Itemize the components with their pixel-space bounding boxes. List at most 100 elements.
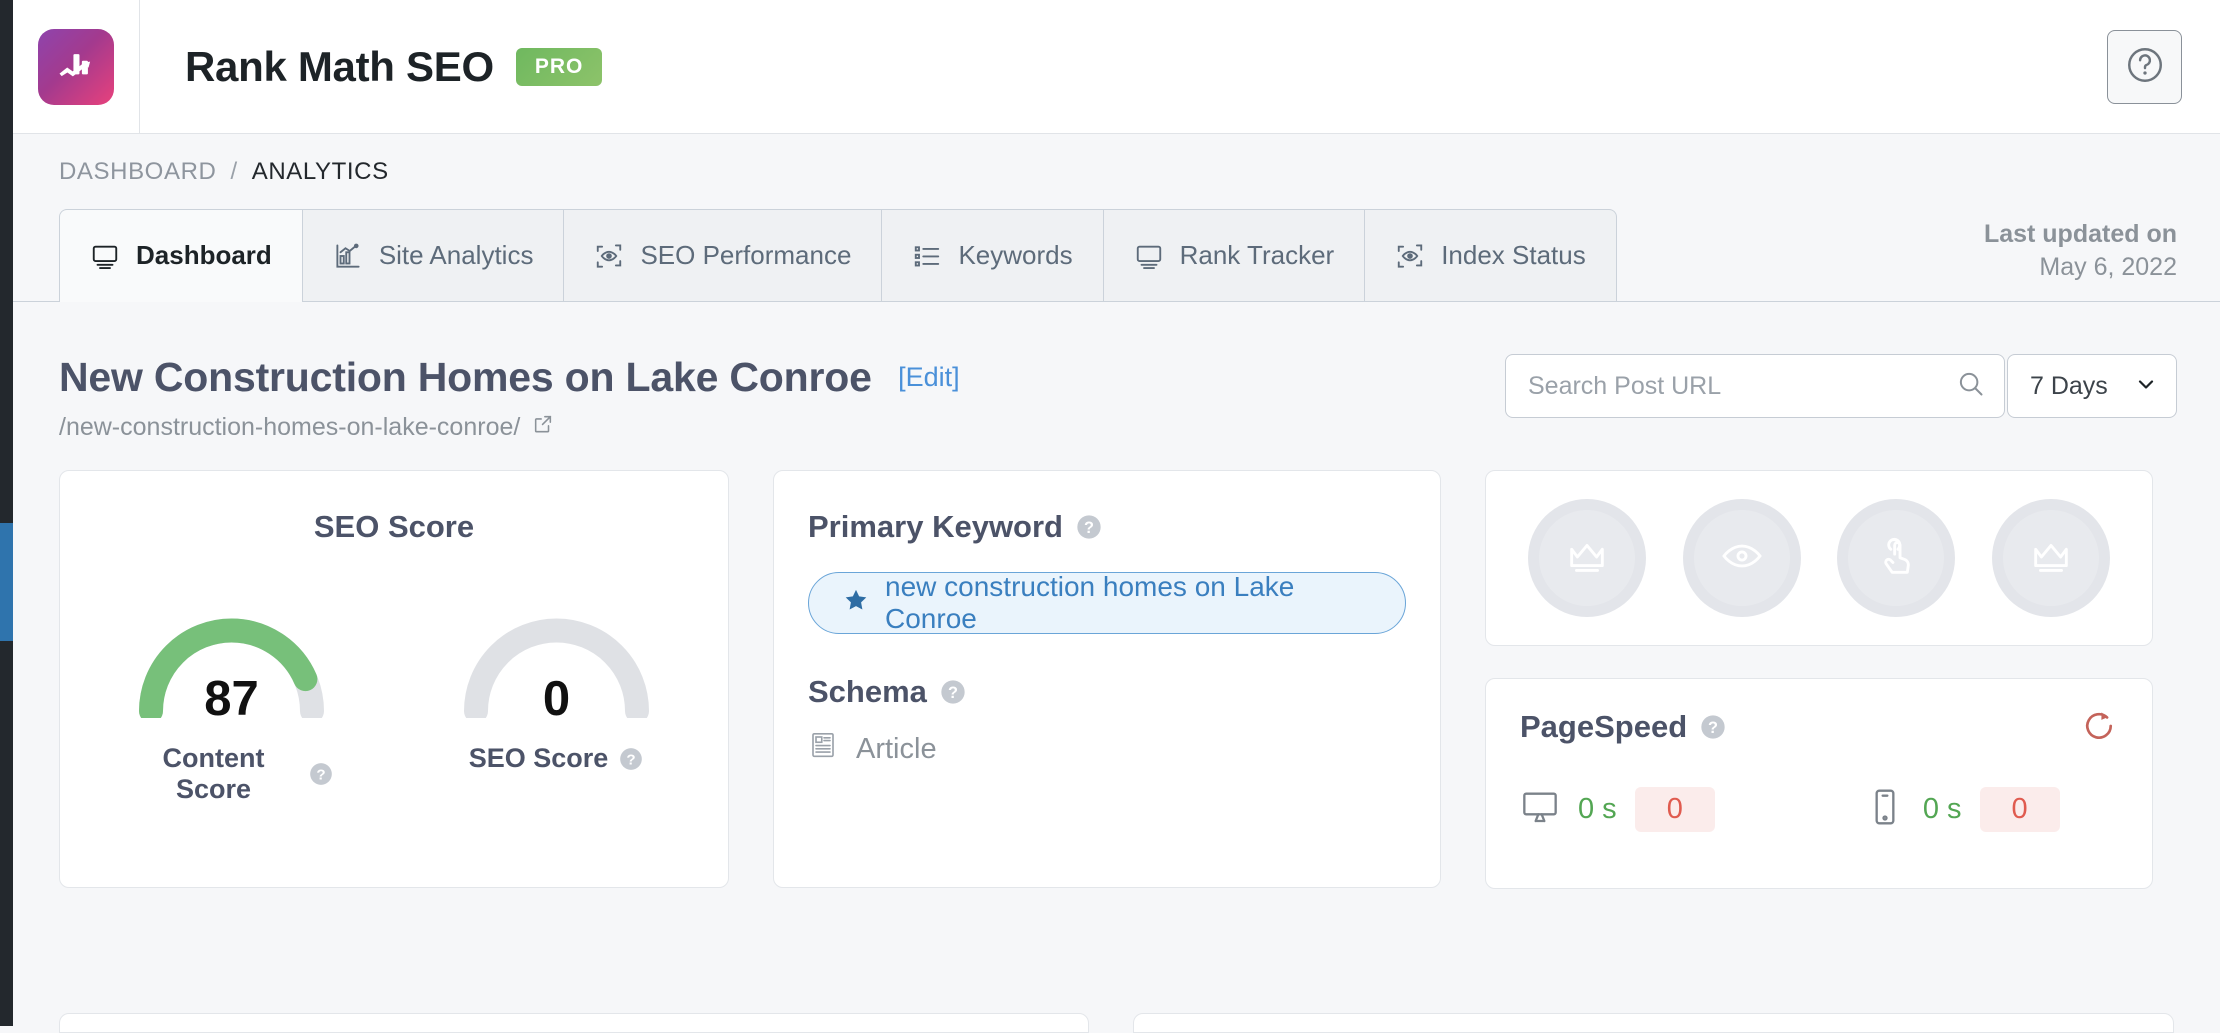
pagespeed-title: PageSpeed bbox=[1520, 709, 1687, 745]
tab-label: Index Status bbox=[1441, 240, 1586, 271]
date-range-select[interactable]: 7 Days bbox=[2007, 354, 2177, 418]
right-column: PageSpeed ? bbox=[1485, 470, 2153, 889]
pagespeed-mobile: 0 s 0 bbox=[1865, 787, 2060, 832]
primary-keyword-label: Primary Keyword bbox=[808, 509, 1063, 545]
rank-math-logo-icon bbox=[38, 29, 114, 105]
crown-icon bbox=[2028, 533, 2074, 584]
pro-badge: PRO bbox=[516, 48, 603, 86]
post-header: New Construction Homes on Lake Conroe [E… bbox=[13, 302, 2220, 470]
help-circle-icon bbox=[2124, 44, 2166, 91]
pagespeed-metrics: 0 s 0 0 s 0 bbox=[1520, 787, 2118, 832]
svg-text:?: ? bbox=[1084, 519, 1094, 537]
svg-text:?: ? bbox=[627, 751, 636, 768]
gauge-value: 0 bbox=[454, 671, 659, 727]
gauge-seo-score: 0 SEO Score ? bbox=[454, 583, 659, 805]
breadcrumb-parent[interactable]: DASHBOARD bbox=[59, 158, 216, 186]
svg-text:?: ? bbox=[1708, 719, 1718, 737]
eye-scan-icon bbox=[1395, 241, 1425, 271]
pagespeed-heading: PageSpeed ? bbox=[1520, 709, 2118, 745]
tab-label: SEO Performance bbox=[640, 240, 851, 271]
rank-math-analytics-page: Rank Math SEO PRO DASHBOARD / ANALYTICS bbox=[13, 0, 2220, 1026]
breadcrumb-current: ANALYTICS bbox=[252, 158, 389, 186]
schema-value: Article bbox=[856, 733, 937, 766]
tab-seo-performance[interactable]: SEO Performance bbox=[563, 209, 881, 301]
chevron-down-icon[interactable] bbox=[2134, 372, 2158, 401]
pagespeed-score-badge: 0 bbox=[1980, 787, 2060, 832]
help-circle-icon[interactable]: ? bbox=[308, 761, 334, 787]
help-circle-icon[interactable]: ? bbox=[618, 746, 644, 772]
post-slug-text: /new-construction-homes-on-lake-conroe/ bbox=[59, 413, 520, 442]
monitor-icon bbox=[1134, 241, 1164, 271]
list-icon bbox=[912, 241, 942, 271]
refresh-icon[interactable] bbox=[2080, 707, 2118, 750]
edit-link[interactable]: [Edit] bbox=[898, 362, 960, 393]
schema-label: Schema bbox=[808, 674, 927, 710]
search-input[interactable] bbox=[1528, 372, 1956, 401]
tab-label: Rank Tracker bbox=[1180, 240, 1335, 271]
mobile-icon bbox=[1865, 787, 1905, 832]
pagespeed-time: 0 s bbox=[1578, 793, 1617, 826]
gauge-value: 87 bbox=[129, 671, 334, 727]
help-circle-icon[interactable]: ? bbox=[939, 678, 967, 706]
help-circle-icon[interactable]: ? bbox=[1075, 513, 1103, 541]
pagespeed-score-badge: 0 bbox=[1635, 787, 1715, 832]
chart-line-icon bbox=[333, 241, 363, 271]
primary-keyword-pill[interactable]: new construction homes on Lake Conroe bbox=[808, 572, 1406, 634]
app-title: Rank Math SEO bbox=[185, 43, 494, 91]
breadcrumb: DASHBOARD / ANALYTICS bbox=[13, 134, 2220, 210]
click-finger-icon bbox=[1873, 533, 1919, 584]
tab-list: Dashboard Site Analytics bbox=[59, 209, 1617, 301]
monitor-icon bbox=[90, 241, 120, 271]
eye-icon bbox=[1719, 533, 1765, 584]
wp-admin-sidebar-active-item[interactable] bbox=[0, 523, 13, 641]
gauge-group: 87 Content Score ? bbox=[60, 583, 728, 805]
tab-dashboard[interactable]: Dashboard bbox=[59, 209, 302, 301]
last-updated: Last updated on May 6, 2022 bbox=[1984, 218, 2177, 283]
tab-keywords[interactable]: Keywords bbox=[881, 209, 1102, 301]
gauge-label: SEO Score bbox=[469, 743, 609, 774]
seo-score-card-title: SEO Score bbox=[60, 509, 728, 545]
primary-keyword-text: new construction homes on Lake Conroe bbox=[885, 571, 1371, 635]
stats-placeholder-card bbox=[1485, 470, 2153, 646]
search-post-url[interactable] bbox=[1505, 354, 2005, 418]
tab-index-status[interactable]: Index Status bbox=[1364, 209, 1617, 301]
pagespeed-time: 0 s bbox=[1923, 793, 1962, 826]
tab-site-analytics[interactable]: Site Analytics bbox=[302, 209, 564, 301]
stat-placeholder bbox=[1837, 499, 1955, 617]
tab-label: Site Analytics bbox=[379, 240, 534, 271]
external-link-icon[interactable] bbox=[532, 413, 554, 442]
last-updated-label: Last updated on bbox=[1984, 218, 2177, 251]
analytics-tabbar: Dashboard Site Analytics bbox=[13, 210, 2220, 302]
gauge-label-group: SEO Score ? bbox=[454, 743, 659, 774]
star-icon bbox=[843, 587, 869, 620]
app-title-group: Rank Math SEO PRO bbox=[140, 43, 602, 91]
pagespeed-desktop: 0 s 0 bbox=[1520, 787, 1715, 832]
page-title: New Construction Homes on Lake Conroe bbox=[59, 354, 872, 401]
breadcrumb-separator: / bbox=[230, 158, 237, 186]
stat-placeholder bbox=[1992, 499, 2110, 617]
cards-grid: SEO Score 87 Content Score ? bbox=[13, 470, 2220, 889]
wp-admin-sidebar bbox=[0, 0, 13, 1026]
article-icon bbox=[808, 730, 838, 768]
gauge-content-score: 87 Content Score ? bbox=[129, 583, 334, 805]
desktop-icon bbox=[1520, 787, 1560, 832]
crown-icon bbox=[1564, 533, 1610, 584]
tab-label: Keywords bbox=[958, 240, 1072, 271]
stat-placeholder bbox=[1683, 499, 1801, 617]
search-icon[interactable] bbox=[1956, 369, 1986, 404]
primary-keyword-heading: Primary Keyword ? bbox=[808, 509, 1406, 545]
date-range-value: 7 Days bbox=[2030, 372, 2108, 401]
svg-text:?: ? bbox=[316, 766, 325, 783]
app-header: Rank Math SEO PRO bbox=[13, 0, 2220, 134]
logo-container bbox=[13, 0, 140, 134]
tab-rank-tracker[interactable]: Rank Tracker bbox=[1103, 209, 1365, 301]
pagespeed-card: PageSpeed ? bbox=[1485, 678, 2153, 889]
help-circle-icon[interactable]: ? bbox=[1699, 713, 1727, 741]
last-updated-date: May 6, 2022 bbox=[1984, 251, 2177, 284]
svg-text:?: ? bbox=[948, 684, 958, 702]
primary-keyword-card: Primary Keyword ? new construction homes… bbox=[773, 470, 1441, 888]
stat-placeholder bbox=[1528, 499, 1646, 617]
next-card-left bbox=[59, 1013, 1089, 1033]
help-button[interactable] bbox=[2107, 30, 2182, 104]
schema-heading: Schema ? bbox=[808, 674, 1406, 710]
